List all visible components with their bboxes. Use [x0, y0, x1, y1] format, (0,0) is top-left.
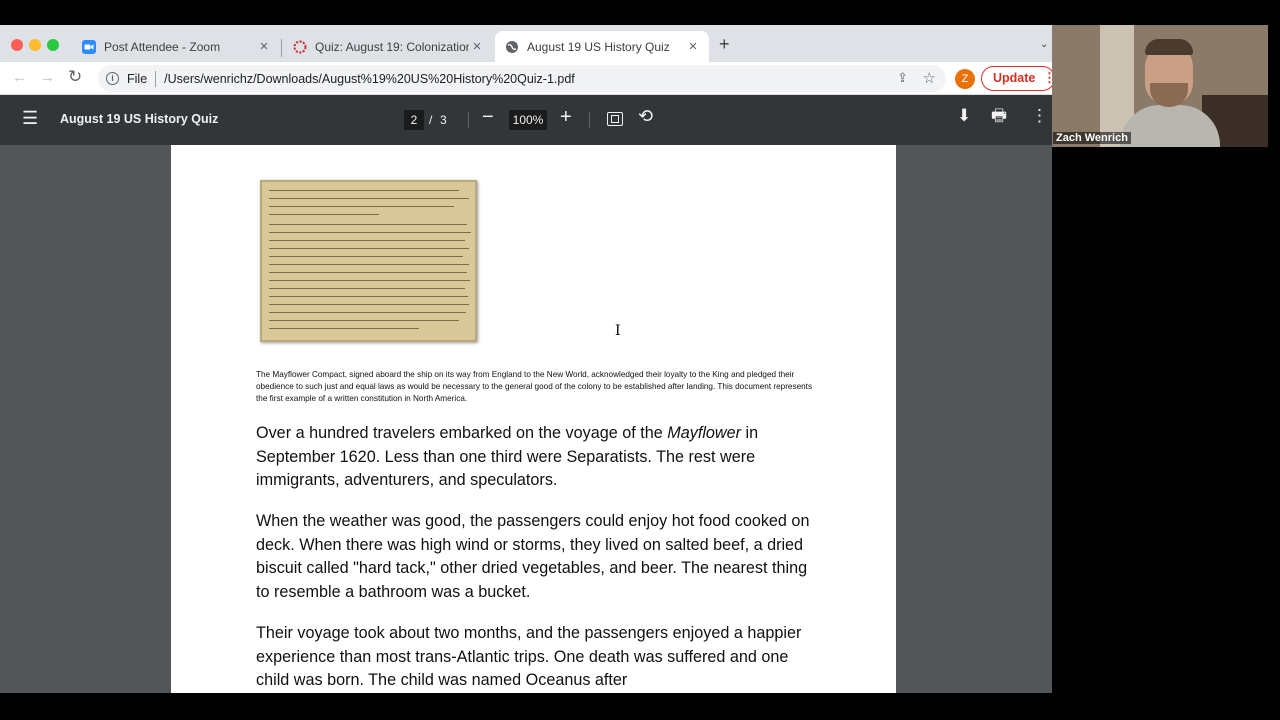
zoom-out-icon[interactable]: −	[482, 107, 494, 127]
tab-close-icon[interactable]: ×	[469, 38, 485, 55]
participant-name-label: Zach Wenrich	[1053, 132, 1131, 144]
zoom-webcam-tile: Zach Wenrich	[1052, 25, 1268, 147]
print-icon[interactable]: 🖶	[991, 107, 1007, 125]
tab-strip: Post Attendee - Zoom × Quiz: August 19: …	[0, 25, 1052, 62]
update-label: Update	[993, 71, 1036, 85]
tab-us-history-quiz-pdf[interactable]: August 19 US History Quiz ×	[495, 31, 709, 62]
tab-title: August 19 US History Quiz	[527, 39, 670, 54]
url-scheme-label: File	[127, 71, 148, 86]
tab-title: Post Attendee - Zoom	[104, 39, 221, 54]
zoom-in-icon[interactable]: +	[560, 107, 572, 127]
page-separator: /	[429, 113, 433, 127]
tab-close-icon[interactable]: ×	[256, 38, 272, 55]
zoom-level-input[interactable]: 100%	[509, 110, 547, 130]
address-bar[interactable]: i File /Users/wenrichz/Downloads/August%…	[98, 65, 946, 92]
tab-search-chevron-icon[interactable]: ⌄	[1040, 39, 1048, 50]
minimize-window-button[interactable]	[29, 39, 41, 51]
tab-zoom-post-attendee[interactable]: Post Attendee - Zoom ×	[72, 31, 280, 62]
back-arrow-icon[interactable]: ←	[12, 69, 27, 86]
pdf-document-title: August 19 US History Quiz	[60, 112, 219, 126]
page-number-input[interactable]: 2	[404, 110, 424, 130]
chrome-menu-icon[interactable]: ⋮	[1043, 67, 1052, 89]
tab-divider	[281, 39, 282, 57]
screen: Post Attendee - Zoom × Quiz: August 19: …	[0, 0, 1280, 720]
pdf-viewer-area[interactable]: The Mayflower Compact, signed aboard the…	[0, 145, 1052, 693]
new-tab-button[interactable]: +	[719, 35, 730, 53]
pdf-page: The Mayflower Compact, signed aboard the…	[171, 145, 896, 693]
image-caption: The Mayflower Compact, signed aboard the…	[256, 370, 813, 403]
zoom-video-icon	[82, 39, 96, 54]
pdf-toolbar: ☰ August 19 US History Quiz 2 / 3 − 100%…	[0, 95, 1052, 145]
toolbar-divider	[589, 112, 590, 128]
browser-window: Post Attendee - Zoom × Quiz: August 19: …	[0, 25, 1052, 693]
bookmark-star-icon[interactable]: ☆	[923, 69, 936, 87]
forward-arrow-icon[interactable]: →	[40, 69, 55, 86]
tab-close-icon[interactable]: ×	[685, 38, 701, 55]
share-icon[interactable]: ⇪	[897, 70, 908, 86]
paragraph-voyage-length: Their voyage took about two months, and …	[256, 624, 802, 689]
address-divider	[155, 70, 157, 87]
update-button[interactable]: Update ⋮	[981, 66, 1052, 91]
reload-icon[interactable]: ↻	[68, 67, 82, 87]
download-icon[interactable]: ⬇	[957, 107, 971, 125]
site-info-icon[interactable]: i	[106, 72, 119, 85]
tab-title: Quiz: August 19: Colonization Q	[315, 39, 469, 54]
browser-toolbar: ← → ↻ i File /Users/wenrichz/Downloads/A…	[0, 62, 1052, 95]
fit-to-page-icon[interactable]	[607, 112, 623, 126]
paragraph-conditions: When the weather was good, the passenger…	[256, 512, 810, 601]
hamburger-menu-icon[interactable]: ☰	[22, 109, 38, 127]
profile-avatar[interactable]: Z	[955, 69, 975, 89]
url-text[interactable]: /Users/wenrichz/Downloads/August%19%20US…	[164, 72, 575, 86]
page-total: 3	[440, 113, 447, 127]
ship-name: Mayflower	[667, 424, 741, 442]
globe-icon	[505, 40, 519, 54]
text-cursor-icon: I	[615, 323, 621, 339]
toolbar-divider	[468, 112, 469, 128]
rotate-icon[interactable]: ⟲	[638, 107, 653, 125]
close-window-button[interactable]	[11, 39, 23, 51]
tab-canvas-quiz[interactable]: Quiz: August 19: Colonization Q ×	[283, 31, 493, 62]
canvas-quiz-icon	[293, 40, 307, 54]
mayflower-compact-image	[260, 180, 477, 342]
maximize-window-button[interactable]	[47, 39, 59, 51]
paragraph-voyage: Over a hundred travelers embarked on the…	[256, 424, 759, 489]
more-options-icon[interactable]: ⋮	[1031, 107, 1048, 125]
